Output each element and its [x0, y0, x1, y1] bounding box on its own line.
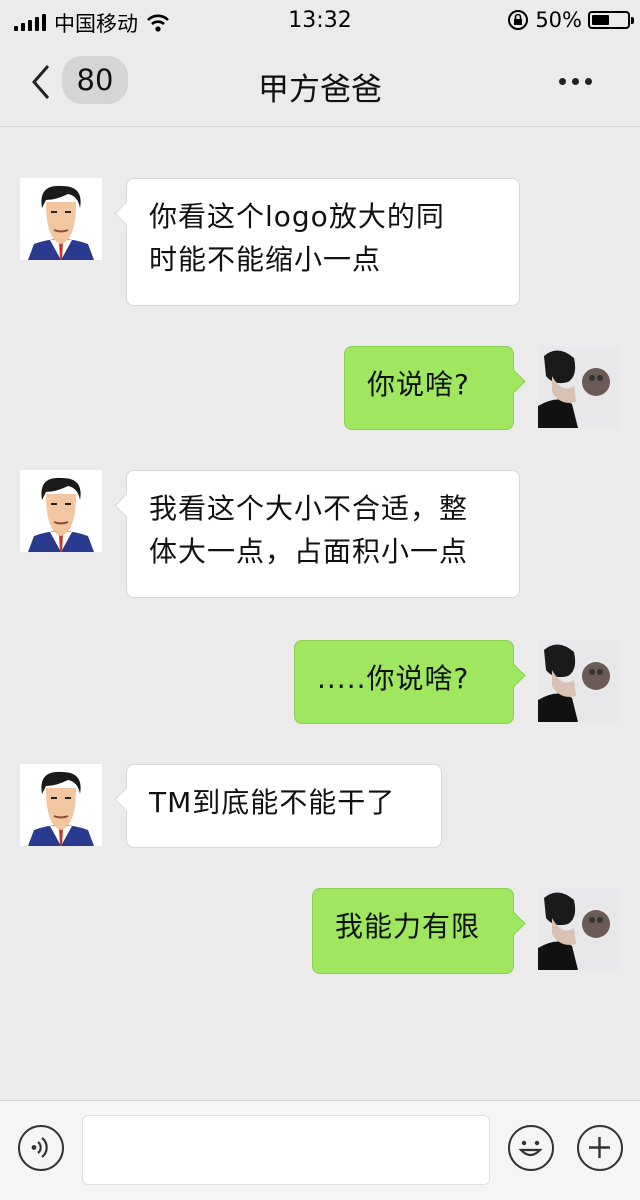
status-bar: 中国移动 13:32 50% — [0, 0, 640, 40]
message-bubble-outgoing[interactable]: 我能力有限 — [312, 888, 514, 974]
message-bubble-incoming[interactable]: 我看这个大小不合适，整 体大一点，占面积小一点 — [126, 470, 520, 598]
input-bar — [0, 1100, 640, 1200]
photo-avatar-icon — [538, 346, 620, 428]
battery-fill — [592, 15, 609, 25]
cartoon-man-avatar-icon — [20, 178, 102, 260]
battery-icon — [588, 11, 634, 29]
photo-avatar-icon — [538, 640, 620, 722]
emoji-icon[interactable] — [508, 1125, 554, 1171]
voice-icon[interactable] — [18, 1125, 64, 1171]
message-text-line: 我看这个大小不合适，整 — [149, 492, 469, 525]
status-right: 50% — [507, 8, 634, 32]
battery-percent: 50% — [535, 8, 582, 32]
message-bubble-incoming[interactable]: TM到底能不能干了 — [126, 764, 442, 848]
contact-avatar[interactable] — [20, 178, 102, 260]
my-avatar[interactable] — [538, 888, 620, 970]
chat-title: 甲方爸爸 — [258, 72, 382, 108]
nav-bar: 80 甲方爸爸 — [0, 40, 640, 127]
message-text: 你说啥? — [367, 368, 470, 401]
photo-avatar-icon — [538, 888, 620, 970]
contact-avatar[interactable] — [20, 764, 102, 846]
rotation-lock-icon — [508, 10, 529, 30]
my-avatar[interactable] — [538, 640, 620, 722]
message-text: .....你说啥? — [317, 662, 470, 695]
more-options-icon[interactable] — [559, 78, 592, 85]
plus-icon[interactable] — [577, 1125, 623, 1171]
message-bubble-incoming[interactable]: 你看这个logo放大的同 时能不能缩小一点 — [126, 178, 520, 306]
message-text: 我能力有限 — [335, 910, 481, 943]
cartoon-man-avatar-icon — [20, 470, 102, 552]
message-bubble-outgoing[interactable]: 你说啥? — [344, 346, 514, 430]
my-avatar[interactable] — [538, 346, 620, 428]
message-bubble-outgoing[interactable]: .....你说啥? — [294, 640, 514, 724]
message-text-line: 体大一点，占面积小一点 — [149, 535, 469, 568]
message-input[interactable] — [82, 1115, 490, 1185]
message-text-line: 你看这个logo放大的同 — [149, 200, 445, 233]
cartoon-man-avatar-icon — [20, 764, 102, 846]
message-text: TM到底能不能干了 — [149, 786, 396, 819]
contact-avatar[interactable] — [20, 470, 102, 552]
message-text-line: 时能不能缩小一点 — [149, 243, 382, 276]
